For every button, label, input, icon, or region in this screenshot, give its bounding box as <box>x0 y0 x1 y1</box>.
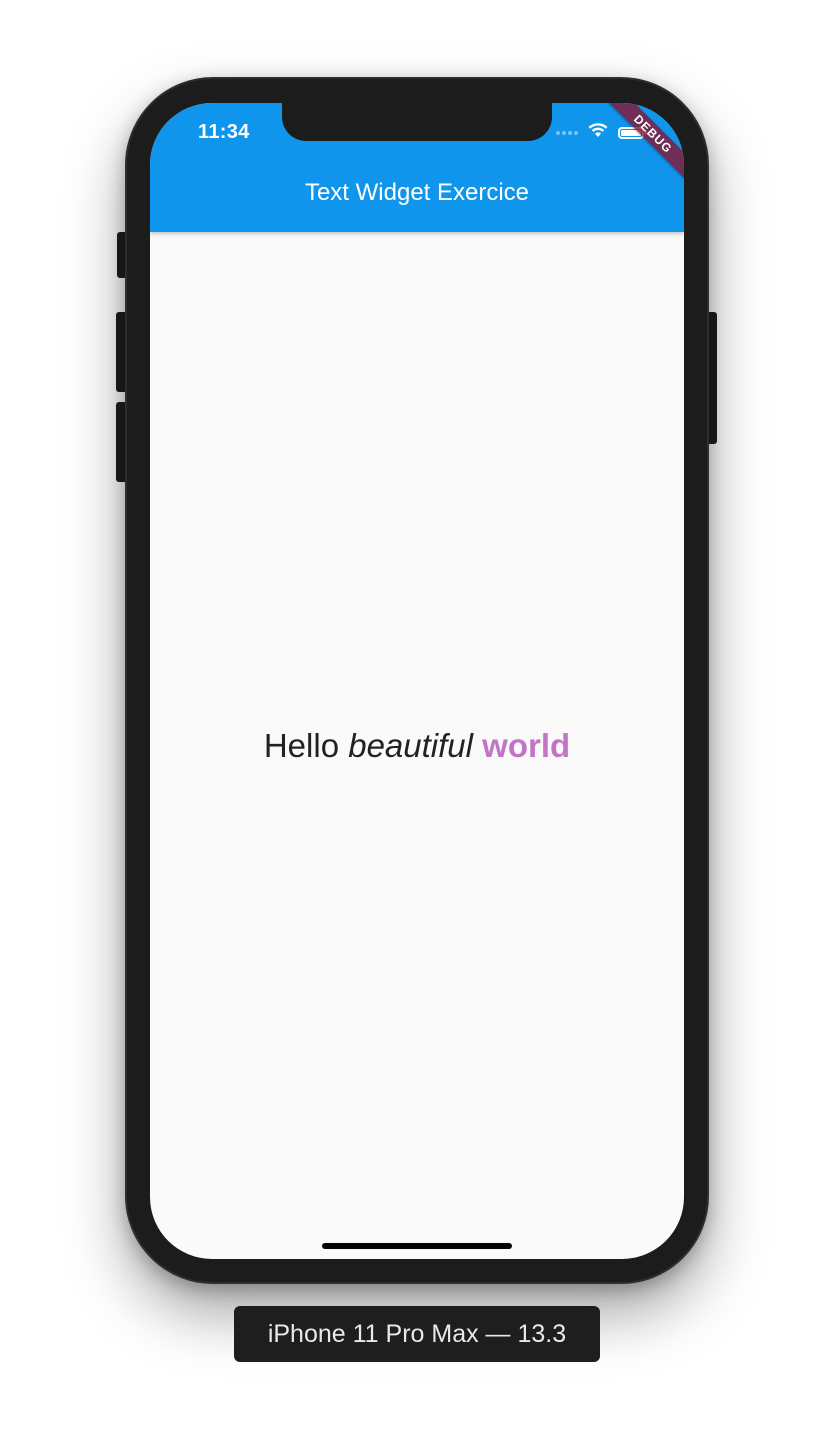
app-bar: 11:34 DEBUG Text Widget Exercice <box>150 103 684 232</box>
signal-dots-icon <box>556 131 578 135</box>
text-world: world <box>482 727 571 764</box>
app-bar-title: Text Widget Exercice <box>304 179 530 206</box>
notch <box>282 103 552 141</box>
text-beautiful: beautiful <box>348 727 473 764</box>
status-icons <box>556 123 647 143</box>
phone-screen[interactable]: 11:34 DEBUG Text Widget Exercice Hello b… <box>150 103 684 1259</box>
text-hello: Hello <box>263 727 340 764</box>
simulator-stage: 11:34 DEBUG Text Widget Exercice Hello b… <box>0 0 834 1434</box>
device-label: iPhone 11 Pro Max — 13.3 <box>234 1306 600 1362</box>
debug-banner: DEBUG <box>600 103 684 187</box>
status-time: 11:34 <box>198 121 250 143</box>
wifi-icon <box>588 123 608 143</box>
home-indicator[interactable] <box>322 1243 512 1249</box>
rich-text: Hello beautiful world <box>150 727 684 765</box>
